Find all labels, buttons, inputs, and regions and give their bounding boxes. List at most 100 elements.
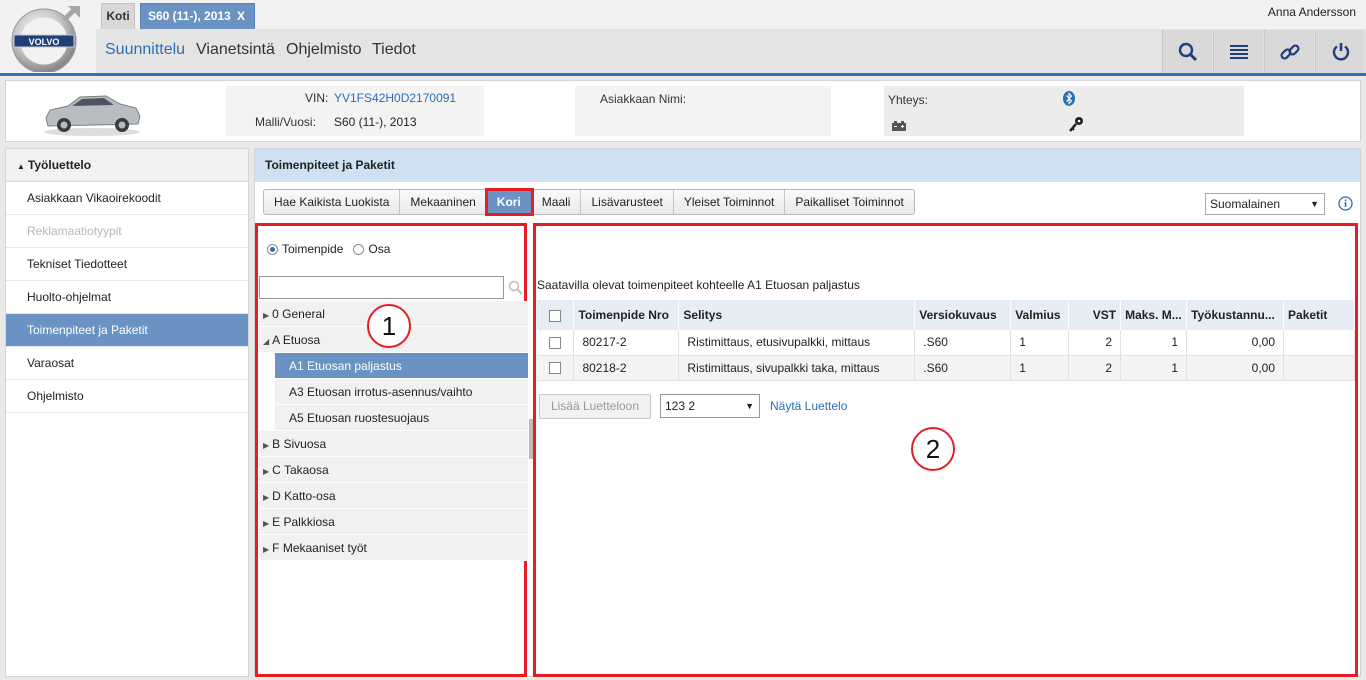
info-icon[interactable] — [1338, 196, 1353, 211]
expand-triangle-icon: ▶ — [263, 519, 270, 528]
language-value: Suomalainen — [1210, 197, 1281, 211]
tab-paint[interactable]: Maali — [532, 190, 582, 214]
sidebar-item-customer-symptom-codes[interactable]: Asiakkaan Vikaoirekoodit — [6, 182, 248, 215]
vehicle-info-bar: VIN: YV1FS42H0D2170091 Malli/Vuosi: S60 … — [5, 80, 1361, 142]
cell-version: .S60 — [914, 355, 1012, 381]
model-value: S60 (11-), 2013 — [334, 115, 417, 129]
work-list-value: 123 2 — [665, 399, 696, 413]
nav-suunnittelu[interactable]: Suunnittelu — [105, 41, 185, 59]
tab-local-functions[interactable]: Paikalliset Toiminnot — [785, 190, 914, 214]
cell-description: Ristimittaus, etusivupalkki, mittaus — [678, 330, 916, 356]
row-checkbox[interactable] — [549, 362, 562, 375]
col-labor-cost[interactable]: Työkustannu... — [1186, 300, 1285, 330]
tree-node-side[interactable]: ▶ B Sivuosa — [259, 431, 528, 457]
table-row[interactable]: 80217-2 Ristimittaus, etusivupalkki, mit… — [537, 330, 1355, 356]
vin-label: VIN: — [305, 91, 329, 105]
cell-max: 1 — [1120, 355, 1188, 381]
tab-home-label: Koti — [106, 9, 130, 23]
cell-max: 1 — [1120, 330, 1188, 356]
col-packages[interactable]: Paketit — [1283, 300, 1355, 330]
col-vst[interactable]: VST — [1068, 300, 1122, 330]
tab-vehicle[interactable]: S60 (11-), 2013 X — [140, 3, 255, 29]
col-operation-number[interactable]: Toimenpide Nro — [573, 300, 680, 330]
language-select[interactable]: Suomalainen ▼ — [1205, 193, 1325, 215]
show-list-link[interactable]: Näytä Luettelo — [770, 399, 847, 413]
radio-part[interactable] — [353, 243, 365, 255]
tab-close-button[interactable]: X — [237, 4, 245, 29]
callout-1: 1 — [367, 304, 411, 348]
row-checkbox-cell — [537, 330, 575, 356]
tree-node-label: E Palkkiosa — [272, 515, 335, 529]
tab-mechanical[interactable]: Mekaaninen — [400, 190, 487, 214]
collapse-triangle-icon: ▲ — [17, 162, 25, 171]
power-icon — [1332, 42, 1349, 60]
tab-home[interactable]: Koti — [101, 3, 135, 29]
tab-accessories[interactable]: Lisävarusteet — [581, 190, 674, 214]
tree-node-label: C Takaosa — [272, 463, 329, 477]
dropdown-arrow-icon: ▼ — [1310, 199, 1319, 209]
sidebar-item-parts[interactable]: Varaosat — [6, 347, 248, 380]
list-icon — [1229, 44, 1248, 59]
ignition-key-icon — [1069, 117, 1083, 132]
col-readiness[interactable]: Valmius — [1010, 300, 1070, 330]
connect-button[interactable] — [1264, 30, 1314, 73]
cell-vst: 2 — [1068, 330, 1122, 356]
col-description[interactable]: Selitys — [678, 300, 916, 330]
expand-triangle-icon: ▶ — [263, 493, 270, 502]
battery-icon — [892, 121, 906, 131]
tree-node-beam[interactable]: ▶ E Palkkiosa — [259, 509, 528, 535]
add-to-list-button[interactable]: Lisää Luetteloon — [539, 394, 651, 419]
work-list-sidebar: ▲ Työluettelo Asiakkaan Vikaoirekoodit Re… — [5, 148, 249, 677]
select-all-checkbox-cell[interactable] — [537, 300, 575, 330]
app-header: VOLVO Koti S60 (11-), 2013 X Anna Anders… — [0, 0, 1366, 76]
search-icon — [508, 280, 523, 295]
connection-label: Yhteys: — [888, 93, 929, 107]
cell-packages — [1283, 330, 1355, 356]
cell-readiness: 1 — [1010, 355, 1070, 381]
cell-operation-number: 80217-2 — [573, 330, 680, 356]
tab-body[interactable]: Kori — [484, 188, 534, 216]
tree-search-input[interactable] — [259, 276, 504, 299]
row-checkbox[interactable] — [549, 337, 562, 350]
tree-leaf-front-rustproofing[interactable]: A5 Etuosan ruostesuojaus — [275, 405, 528, 431]
tree-node-roof[interactable]: ▶ D Katto-osa — [259, 483, 528, 509]
nav-ohjelmisto[interactable]: Ohjelmisto — [286, 41, 362, 59]
result-caption: Saatavilla olevat toimenpiteet kohteelle… — [537, 278, 860, 292]
sidebar-item-operations-packages[interactable]: Toimenpiteet ja Paketit — [6, 314, 248, 347]
col-max[interactable]: Maks. M... — [1120, 300, 1188, 330]
table-row[interactable]: 80218-2 Ristimittaus, sivupalkki taka, m… — [537, 355, 1355, 381]
sidebar-header[interactable]: ▲ Työluettelo — [6, 149, 248, 182]
cell-labor-cost: 0,00 — [1186, 355, 1285, 381]
tab-search-all[interactable]: Hae Kaikista Luokista — [264, 190, 401, 214]
sidebar-item-software[interactable]: Ohjelmisto — [6, 380, 248, 413]
tree-leaf-front-exposure[interactable]: A1 Etuosan paljastus — [275, 353, 528, 379]
nav-vianetsinta[interactable]: Vianetsintä — [196, 41, 275, 59]
main-panel: Toimenpiteet ja Paketit Hae Kaikista Luo… — [254, 148, 1361, 677]
tree-leaf-front-removal[interactable]: A3 Etuosan irrotus-asennus/vaihto — [275, 379, 528, 405]
tree-node-label: 0 General — [272, 307, 325, 321]
search-button[interactable] — [1162, 30, 1212, 73]
tree-node-rear[interactable]: ▶ C Takaosa — [259, 457, 528, 483]
user-name: Anna Andersson — [1267, 5, 1356, 19]
tab-general-functions[interactable]: Yleiset Toiminnot — [674, 190, 786, 214]
cell-operation-number: 80218-2 — [573, 355, 680, 381]
nav-tiedot[interactable]: Tiedot — [372, 41, 416, 59]
cell-packages — [1283, 355, 1355, 381]
link-icon — [1279, 43, 1300, 60]
select-all-checkbox[interactable] — [549, 309, 562, 322]
radio-operation[interactable] — [267, 243, 278, 255]
tree-search-button[interactable] — [505, 276, 526, 299]
tree-node-label: B Sivuosa — [272, 437, 327, 451]
col-version[interactable]: Versiokuvaus — [914, 300, 1012, 330]
sidebar-item-service-programs[interactable]: Huolto-ohjelmat — [6, 281, 248, 314]
vin-value[interactable]: YV1FS42H0D2170091 — [334, 91, 456, 105]
menu-button[interactable] — [1213, 30, 1263, 73]
sidebar-item-technical-bulletins[interactable]: Tekniset Tiedotteet — [6, 248, 248, 281]
model-label: Malli/Vuosi: — [255, 115, 316, 129]
logout-button[interactable] — [1315, 30, 1365, 73]
tree-node-label: F Mekaaniset työt — [272, 541, 367, 555]
work-list-select[interactable]: 123 2 ▼ — [660, 394, 760, 418]
table-header-row: Toimenpide Nro Selitys Versiokuvaus Valm… — [537, 300, 1355, 330]
tree-node-mechanical-work[interactable]: ▶ F Mekaaniset työt — [259, 535, 528, 561]
bluetooth-icon — [1063, 91, 1075, 106]
